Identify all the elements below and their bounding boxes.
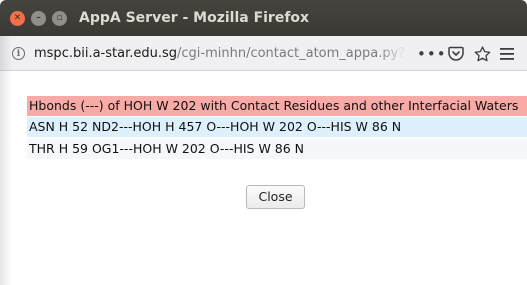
minimize-icon: – bbox=[36, 13, 41, 23]
page-actions: ••• bbox=[417, 45, 515, 63]
hbonds-header: Hbonds (---) of HOH W 202 with Contact R… bbox=[27, 96, 527, 116]
more-icon[interactable]: ••• bbox=[417, 45, 446, 63]
table-row: ASN H 52 ND2---HOH H 457 O---HOH W 202 O… bbox=[27, 117, 527, 137]
table-row: THR H 59 OG1---HOH W 202 O---HIS W 86 N bbox=[27, 139, 527, 159]
navigation-bar: i mspc.bii.a-star.edu.sg/cgi-minhn/conta… bbox=[0, 36, 527, 71]
info-icon[interactable]: i bbox=[12, 47, 25, 60]
close-icon: ✕ bbox=[13, 13, 22, 23]
window-maximize-button[interactable]: ▫ bbox=[52, 11, 67, 26]
close-button[interactable]: Close bbox=[246, 185, 305, 209]
window-titlebar: ✕ – ▫ AppA Server - Mozilla Firefox bbox=[0, 0, 527, 36]
url-text[interactable]: mspc.bii.a-star.edu.sg/cgi-minhn/contact… bbox=[34, 46, 407, 61]
window-close-button[interactable]: ✕ bbox=[10, 11, 25, 26]
page-content: Hbonds (---) of HOH W 202 with Contact R… bbox=[0, 71, 527, 285]
maximize-icon: ▫ bbox=[56, 13, 63, 23]
url-domain: mspc.bii.a-star.edu.sg bbox=[34, 46, 177, 61]
star-icon[interactable] bbox=[469, 45, 495, 62]
pocket-icon[interactable] bbox=[443, 46, 469, 61]
url-path: /cgi-minhn/contact_atom_appa.py?file bbox=[177, 46, 407, 61]
url-bar[interactable]: i mspc.bii.a-star.edu.sg/cgi-minhn/conta… bbox=[12, 41, 515, 66]
window-minimize-button[interactable]: – bbox=[31, 11, 46, 26]
window-title: AppA Server - Mozilla Firefox bbox=[79, 10, 310, 26]
menu-icon[interactable] bbox=[495, 47, 515, 60]
